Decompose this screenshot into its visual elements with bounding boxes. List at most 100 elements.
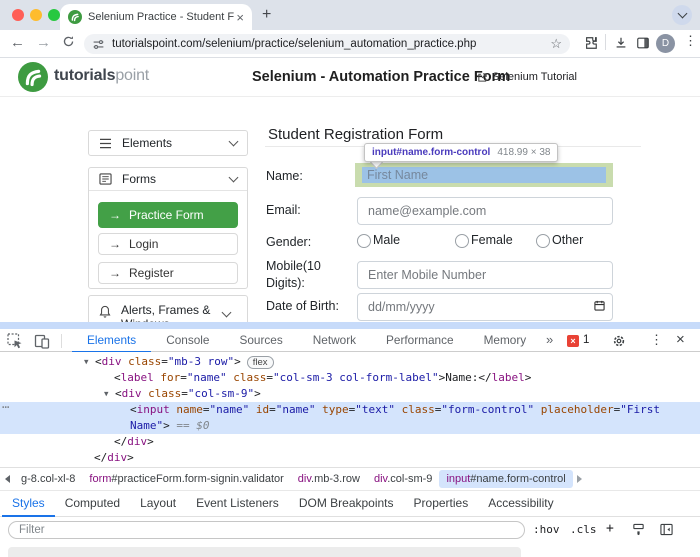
panel-tab-computed[interactable]: Computed (55, 491, 130, 515)
inspect-tooltip: input#name.form-control 418.99 × 38 (364, 143, 559, 162)
selenium-tutorial-link[interactable]: Selenium Tutorial (477, 71, 577, 83)
tab-search-button[interactable] (672, 5, 692, 25)
devtools-tab-console[interactable]: Console (151, 329, 224, 351)
new-style-rule-button[interactable]: + (606, 521, 614, 536)
styles-filter-bar: Filter :hov .cls + (0, 517, 700, 544)
forward-button[interactable]: → (36, 33, 51, 53)
sidebar-item-login[interactable]: → Login (98, 233, 238, 255)
tab-close-icon[interactable]: × (236, 11, 244, 24)
dom-tree-line[interactable]: Name"> == $0 (0, 418, 700, 434)
profile-avatar[interactable]: D (656, 34, 675, 53)
forms-icon (99, 173, 112, 185)
page-title: Selenium - Automation Practice Form (252, 69, 511, 85)
gender-radio-other[interactable] (536, 234, 550, 248)
breadcrumb-item[interactable]: g-8.col-xl-8 (14, 470, 82, 488)
sidebar-item-practice-form[interactable]: → Practice Form (98, 202, 238, 228)
panel-tab-styles[interactable]: Styles (2, 491, 55, 517)
extensions-button[interactable] (584, 36, 598, 50)
side-panel-button[interactable] (636, 36, 650, 50)
devtools-tab-bar: Elements Console Sources Network Perform… (72, 329, 542, 353)
dom-tree-line[interactable]: </div> (0, 450, 700, 466)
error-badge-icon[interactable]: × (567, 335, 579, 347)
brand-text[interactable]: tutorialspoint (54, 67, 149, 85)
dom-tree-line[interactable]: ▼ <div class="mb-3 row"> flex (0, 354, 700, 370)
breadcrumb-item[interactable]: div.mb-3.row (291, 470, 367, 488)
devtools-tab-sources[interactable]: Sources (224, 329, 297, 351)
reload-button[interactable] (62, 35, 75, 48)
calendar-icon[interactable] (594, 300, 605, 311)
devtools-resize-handle[interactable] (0, 322, 700, 329)
new-tab-button[interactable]: + (262, 6, 271, 24)
name-placeholder: First Name (367, 168, 429, 182)
rendering-brush-button[interactable] (632, 523, 645, 536)
address-bar[interactable]: tutorialspoint.com/selenium/practice/sel… (84, 34, 570, 54)
device-toolbar-button[interactable] (34, 333, 50, 349)
panel-tab-layout[interactable]: Layout (130, 491, 186, 515)
styles-panel-tab-bar: Styles Computed Layout Event Listeners D… (0, 490, 700, 517)
sidebar-item-register[interactable]: → Register (98, 262, 238, 284)
sidebar-section-alerts[interactable]: Alerts, Frames & Windows (88, 295, 248, 322)
toolbar-divider (61, 334, 62, 348)
line-options-icon[interactable]: ⋯ (2, 400, 9, 414)
arrow-right-icon: → (109, 266, 121, 280)
browser-tab[interactable]: Selenium Practice - Student F × (60, 4, 252, 30)
expand-arrow-icon[interactable]: ▼ (104, 386, 115, 402)
breadcrumb-item[interactable]: form#practiceForm.form-signin.validator (82, 470, 290, 488)
devtools-tab-memory[interactable]: Memory (469, 329, 542, 351)
crumbs-scroll-left-icon[interactable] (5, 475, 10, 483)
devtools-settings-button[interactable] (612, 334, 626, 348)
email-input[interactable]: name@example.com (357, 197, 613, 225)
tutorialspoint-logo[interactable] (18, 62, 48, 92)
device-toolbar-icon (34, 334, 50, 349)
panel-tab-dom-breakpoints[interactable]: DOM Breakpoints (289, 491, 404, 515)
email-label: Email: (266, 203, 301, 217)
macos-zoom-light[interactable] (48, 9, 60, 21)
breadcrumb-item-selected[interactable]: input#name.form-control (439, 470, 573, 488)
gender-radio-male[interactable] (357, 234, 371, 248)
mobile-input[interactable]: Enter Mobile Number (357, 261, 613, 289)
macos-close-light[interactable] (12, 9, 24, 21)
dom-tree-line[interactable]: <input name="name" id="name" type="text"… (0, 402, 700, 418)
panel-tab-event-listeners[interactable]: Event Listeners (186, 491, 289, 515)
tab-title: Selenium Practice - Student F (88, 11, 235, 23)
expand-arrow-icon[interactable]: ▼ (84, 354, 95, 370)
external-link-icon (478, 72, 487, 82)
inspect-element-button[interactable] (7, 333, 23, 349)
gender-option-female: Female (471, 233, 513, 247)
styles-filter-input[interactable]: Filter (8, 521, 525, 539)
toggle-sidebar-button[interactable] (660, 523, 673, 536)
devtools-tab-performance[interactable]: Performance (371, 329, 469, 351)
browser-menu-button[interactable]: ⋮ (684, 33, 697, 49)
panel-tab-properties[interactable]: Properties (404, 491, 479, 515)
devtools-close-button[interactable]: × (676, 331, 685, 348)
hamburger-icon (100, 138, 111, 148)
name-label: Name: (266, 169, 303, 183)
devtools-tab-network[interactable]: Network (298, 329, 371, 351)
devtools-tab-elements[interactable]: Elements (72, 329, 152, 353)
sidebar-section-elements[interactable]: Elements (88, 130, 248, 156)
forms-accordion-header[interactable]: Forms (89, 168, 247, 191)
arrow-right-icon: → (109, 208, 121, 222)
crumbs-scroll-right-icon[interactable] (576, 475, 582, 483)
inspect-cursor-icon (7, 333, 22, 349)
back-button[interactable]: ← (10, 33, 25, 53)
gender-radio-female[interactable] (455, 234, 469, 248)
macos-minimize-light[interactable] (30, 9, 42, 21)
error-count[interactable]: 1 (583, 334, 589, 346)
dom-tree-line[interactable]: </div> (0, 434, 700, 450)
dom-tree-line[interactable]: ▼ <div class="col-sm-9"> (0, 386, 700, 402)
breadcrumb-item[interactable]: div.col-sm-9 (367, 470, 439, 488)
dom-tree-line[interactable]: <label for="name" class="col-sm-3 col-fo… (0, 370, 700, 386)
downloads-button[interactable] (614, 36, 628, 50)
flex-badge[interactable]: flex (246, 356, 274, 369)
dob-input[interactable]: dd/mm/yyyy (357, 293, 613, 321)
panel-tab-accessibility[interactable]: Accessibility (478, 491, 563, 515)
brush-icon (633, 523, 644, 536)
toggle-hover-state-button[interactable]: :hov (533, 523, 560, 536)
site-settings-icon[interactable] (92, 38, 105, 51)
toggle-classes-button[interactable]: .cls (570, 523, 597, 536)
bookmark-star-icon[interactable]: ☆ (550, 36, 562, 52)
devtools-menu-button[interactable]: ⋮ (650, 332, 663, 348)
more-tabs-button[interactable]: » (546, 332, 553, 347)
puzzle-icon (586, 37, 597, 49)
